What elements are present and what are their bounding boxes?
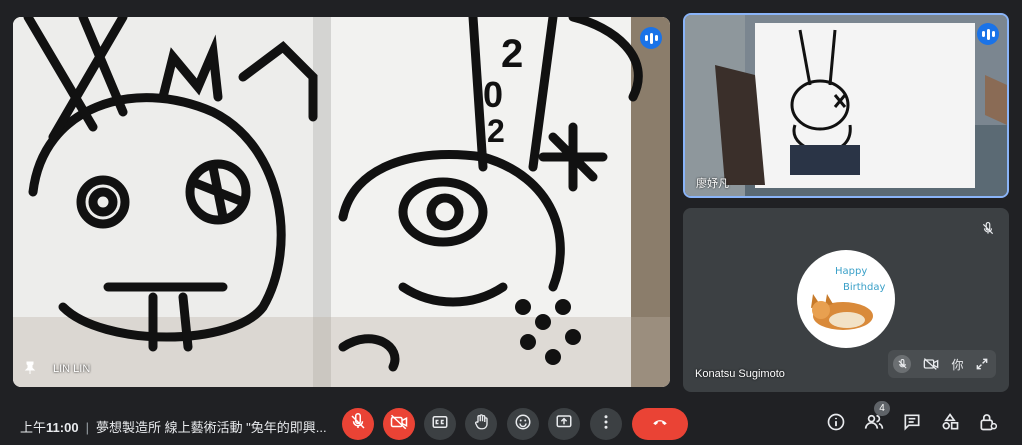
camera-off-indicator-icon[interactable]	[922, 355, 940, 373]
mic-off-icon	[349, 412, 367, 436]
camera-off-icon	[390, 413, 408, 436]
present-icon	[555, 413, 573, 436]
mic-off-indicator-icon[interactable]	[893, 355, 912, 373]
participant-video-feed-1	[685, 15, 1007, 196]
info-icon	[826, 412, 846, 437]
avatar-text-2: Birthday	[843, 282, 885, 293]
svg-text:0: 0	[483, 74, 503, 115]
pin-icon[interactable]	[23, 361, 37, 375]
participant-name-main: LIN LIN	[53, 363, 91, 375]
muted-mic-icon	[977, 218, 999, 240]
camera-toggle-button[interactable]	[383, 408, 415, 440]
more-options-button[interactable]	[590, 408, 622, 440]
self-tile-controls: 你	[888, 350, 996, 378]
participant-tile-self[interactable]: Happy Birthday Konatsu Sugimoto 你	[683, 208, 1009, 392]
leave-call-button[interactable]	[632, 408, 688, 440]
activities-button[interactable]	[938, 412, 962, 436]
mic-toggle-button[interactable]	[342, 408, 374, 440]
avatar-text-1: Happy	[835, 266, 867, 277]
participant-name-self: Konatsu Sugimoto	[695, 368, 785, 380]
host-controls-button[interactable]	[976, 412, 1000, 436]
chat-icon	[902, 412, 922, 437]
fullscreen-icon[interactable]	[974, 356, 990, 372]
clock-time: 11:00	[46, 420, 79, 435]
raise-hand-button[interactable]	[465, 408, 497, 440]
captions-icon	[431, 413, 449, 436]
time-prefix: 上午	[20, 420, 47, 435]
main-video-feed: 2 0 2	[13, 17, 670, 387]
participant-tile-1[interactable]: 廖妤凡	[683, 13, 1009, 198]
avatar: Happy Birthday	[797, 250, 895, 348]
end-call-icon	[649, 413, 671, 436]
svg-text:2: 2	[487, 113, 505, 149]
hand-icon	[472, 413, 490, 436]
emoji-icon	[514, 413, 532, 436]
emoji-reactions-button[interactable]	[507, 408, 539, 440]
self-label: 你	[951, 357, 964, 372]
captions-button[interactable]	[424, 408, 456, 440]
meeting-details-button[interactable]	[824, 412, 848, 436]
speaking-indicator-icon	[640, 27, 662, 49]
meeting-title[interactable]: 夢想製造所 線上藝術活動 "兔年的即興...	[96, 420, 327, 435]
meeting-details: 上午11:00 | 夢想製造所 線上藝術活動 "兔年的即興...	[20, 417, 327, 436]
chat-button[interactable]	[900, 412, 924, 436]
bottom-toolbar: 上午11:00 | 夢想製造所 線上藝術活動 "兔年的即興...	[0, 400, 1022, 445]
more-vert-icon	[597, 413, 615, 436]
divider: |	[85, 420, 89, 435]
lock-person-icon	[978, 412, 998, 437]
main-video-tile[interactable]: 2 0 2 LIN LIN	[13, 17, 670, 387]
speaking-indicator-icon	[977, 23, 999, 45]
shapes-icon	[940, 412, 960, 437]
people-count-badge: 4	[874, 401, 890, 416]
svg-text:2: 2	[501, 32, 523, 76]
present-now-button[interactable]	[548, 408, 580, 440]
participant-name-1: 廖妤凡	[696, 178, 729, 190]
